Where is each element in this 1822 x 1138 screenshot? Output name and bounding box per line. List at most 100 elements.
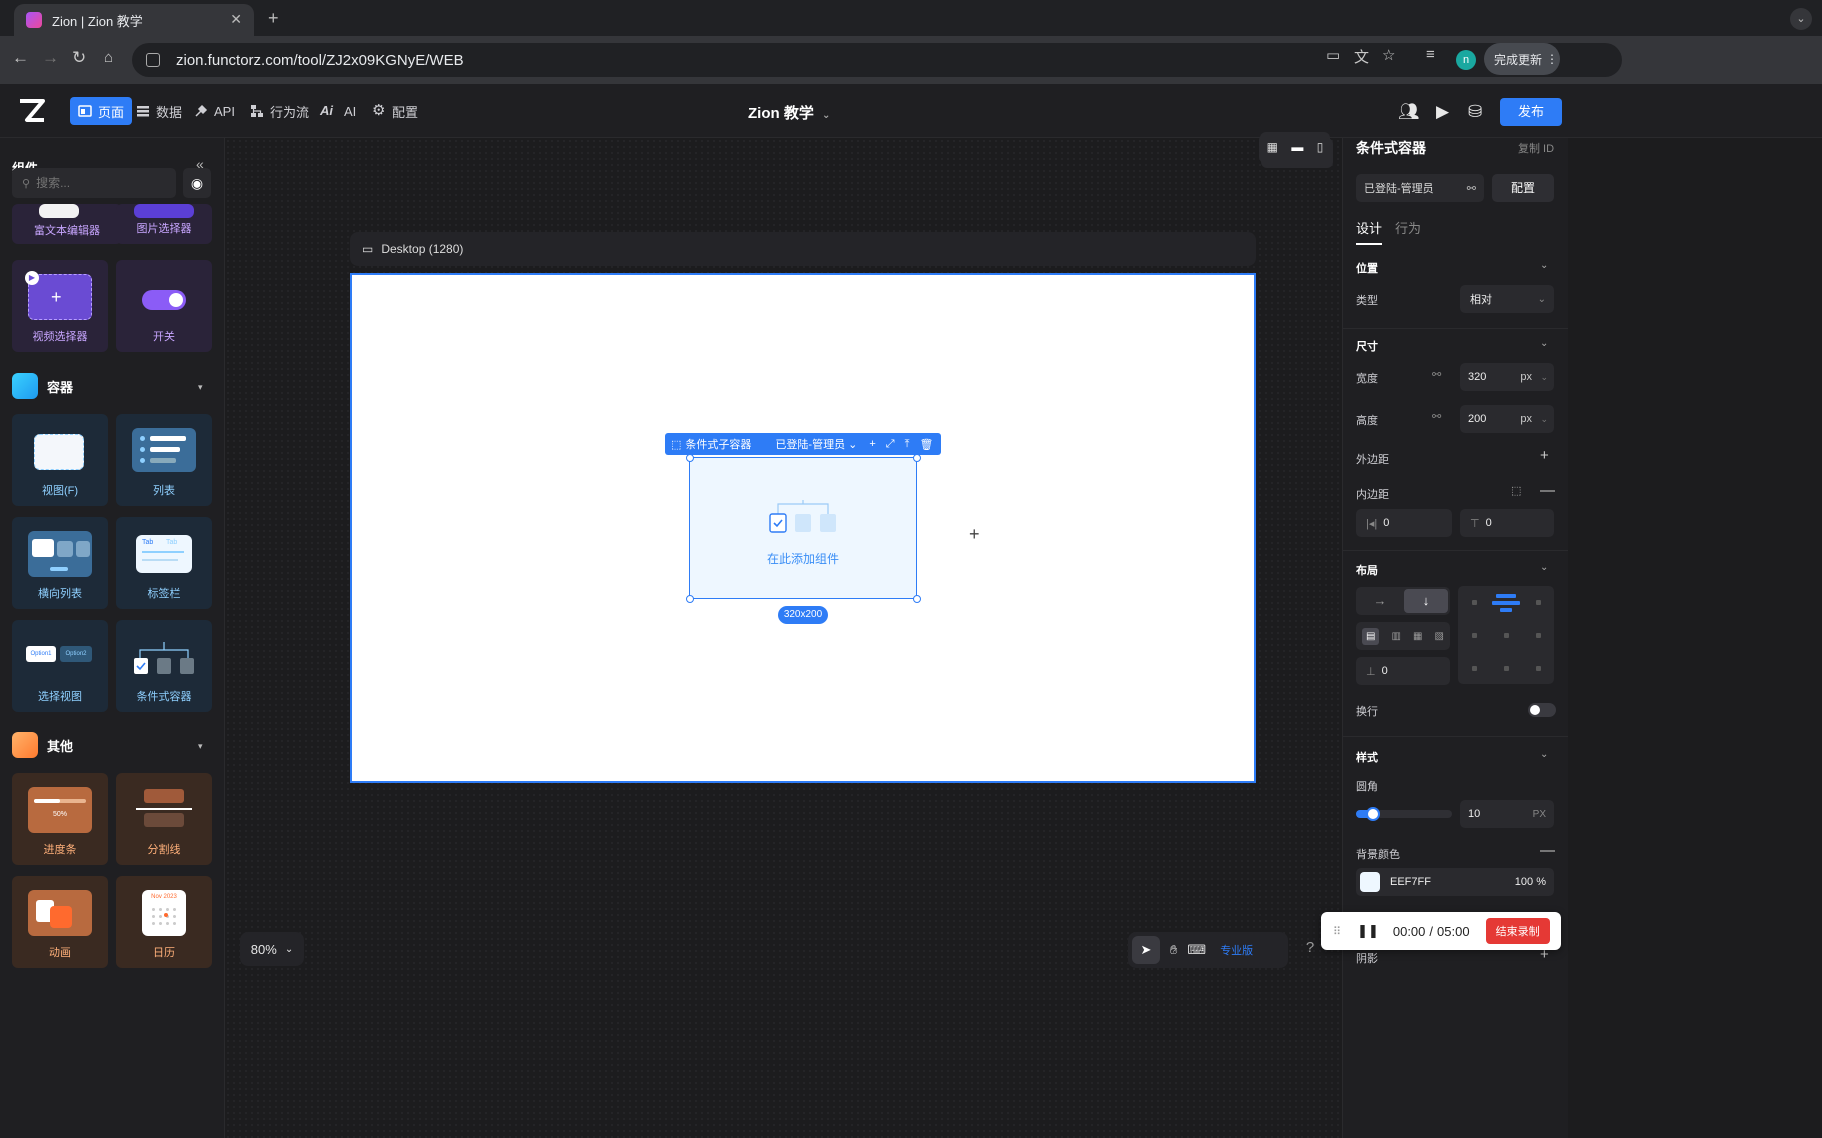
direction-column-icon[interactable]: ↓	[1404, 589, 1448, 613]
mobile-icon[interactable]: ▯	[1317, 140, 1324, 154]
padding-vertical-field[interactable]: ⊤ 0	[1460, 509, 1554, 537]
help-button[interactable]: ?	[1296, 934, 1324, 962]
publish-button[interactable]: 发布	[1500, 98, 1562, 126]
address-bar[interactable]: zion.functorz.com/tool/ZJ2x09KGNyE/WEB	[132, 43, 1622, 77]
section-caret-icon[interactable]: ▾	[198, 741, 203, 752]
tab-search-icon[interactable]: ⌄	[1790, 8, 1812, 30]
translate-icon[interactable]: 文	[1354, 46, 1369, 67]
clipboard-icon[interactable]: ▭	[1326, 46, 1340, 64]
component-card[interactable]: Tab Tab 标签栏	[116, 517, 212, 609]
nav-api[interactable]: API	[186, 97, 243, 125]
keyboard-icon[interactable]: ⌨	[1187, 942, 1206, 958]
site-info-icon[interactable]	[146, 53, 160, 67]
component-card[interactable]: 50% 进度条	[12, 773, 108, 865]
height-field[interactable]: 200 px ⌄	[1460, 405, 1554, 433]
pause-icon[interactable]: ❚❚	[1357, 923, 1379, 939]
section-layout[interactable]: 布局	[1356, 562, 1378, 578]
component-card[interactable]: 富文本编辑器	[12, 204, 122, 244]
tab-behavior[interactable]: 行为	[1395, 218, 1421, 237]
component-card[interactable]: 开关	[116, 260, 212, 352]
height-unit[interactable]: px	[1520, 413, 1532, 425]
nav-data[interactable]: 数据	[128, 97, 190, 125]
nav-pages[interactable]: 页面	[70, 97, 133, 125]
condition-select[interactable]: 已登陆-管理员 ⚯	[1356, 174, 1484, 202]
desktop-icon[interactable]: ▬	[1291, 140, 1303, 154]
trash-icon[interactable]: 🗑︎	[919, 438, 933, 451]
copy-id-button[interactable]: 复制 ID	[1518, 140, 1554, 156]
drag-handle-icon[interactable]: ⠿	[1333, 925, 1341, 938]
width-field[interactable]: 320 px ⌄	[1460, 363, 1554, 391]
align-stretch-icon[interactable]: ▧	[1435, 631, 1444, 642]
github-icon[interactable]: ◉	[183, 168, 211, 198]
collaborators-icon[interactable]: 👥︎	[1398, 102, 1420, 122]
chevron-down-icon[interactable]: ⌄	[1540, 562, 1548, 573]
direction-row-icon[interactable]: →	[1358, 589, 1402, 613]
radius-slider[interactable]	[1356, 807, 1452, 821]
back-icon[interactable]: ←	[12, 48, 29, 68]
component-card[interactable]: Option1 Option2 选择视图	[12, 620, 108, 712]
component-card[interactable]: 条件式容器	[116, 620, 212, 712]
close-tab-icon[interactable]: ✕	[230, 11, 242, 28]
move-top-icon[interactable]: ⤒	[905, 438, 910, 451]
preview-play-icon[interactable]: ▶	[1436, 102, 1449, 122]
cond-mode-dropdown[interactable]: 已登陆-管理员 ⌄	[775, 436, 857, 452]
search-input[interactable]	[36, 176, 187, 190]
radius-field[interactable]: 10 PX	[1460, 800, 1554, 828]
component-card[interactable]: Nov 2023 日历	[116, 876, 212, 968]
slider-thumb[interactable]	[1365, 807, 1380, 821]
section-style[interactable]: 样式	[1356, 749, 1378, 765]
gap-field[interactable]: ⊥ 0	[1356, 657, 1450, 685]
padding-link-icon[interactable]: ⬚	[1511, 484, 1521, 497]
hand-tool-icon[interactable]: ✋︎	[1170, 942, 1177, 958]
align-start-icon[interactable]: ▤	[1362, 627, 1380, 645]
expand-icon[interactable]: ⤢	[886, 438, 895, 451]
zion-logo-icon[interactable]	[18, 98, 46, 124]
height-variable-icon[interactable]: ⚯	[1432, 410, 1441, 423]
section-caret-icon[interactable]: ▾	[198, 382, 203, 393]
alignment-grid[interactable]	[1458, 586, 1554, 684]
resize-handle-br[interactable]	[913, 595, 921, 603]
project-title[interactable]: Zion 教学 ⌄	[748, 102, 830, 123]
remove-padding-icon[interactable]: —	[1540, 482, 1555, 499]
resize-handle-tl[interactable]	[686, 454, 694, 462]
chevron-down-icon[interactable]: ⌄	[1540, 338, 1548, 349]
database-sync-icon[interactable]: ⛁	[1468, 102, 1482, 122]
stop-recording-button[interactable]: 结束录制	[1485, 918, 1550, 944]
align-center-icon[interactable]: ▥	[1392, 631, 1401, 642]
align-end-icon[interactable]: ▦	[1413, 631, 1422, 642]
forward-icon[interactable]: →	[42, 48, 59, 68]
chevron-down-icon[interactable]: ⌄	[1540, 260, 1548, 271]
home-icon[interactable]: ⌂	[104, 49, 113, 66]
section-size[interactable]: 尺寸	[1356, 338, 1378, 354]
bookmark-star-icon[interactable]: ☆	[1382, 46, 1395, 64]
browser-tab[interactable]: Zion | Zion 教学 ✕	[14, 4, 254, 36]
component-card[interactable]: 列表	[116, 414, 212, 506]
chevron-down-icon[interactable]: ⌄	[1540, 749, 1548, 760]
resize-handle-tr[interactable]	[913, 454, 921, 462]
component-card[interactable]: 图片选择器	[116, 204, 212, 244]
component-card[interactable]: 动画	[12, 876, 108, 968]
section-position[interactable]: 位置	[1356, 260, 1378, 276]
section-other[interactable]: 其他	[12, 732, 73, 758]
search-box[interactable]: ⚲	[12, 168, 187, 198]
zoom-control[interactable]: 80% ⌄	[240, 932, 304, 966]
select-tool-icon[interactable]: ➤	[1132, 936, 1160, 964]
component-card[interactable]: 分割线	[116, 773, 212, 865]
width-variable-icon[interactable]: ⚯	[1432, 368, 1441, 381]
config-button[interactable]: 配置	[1492, 174, 1554, 202]
media-control-icon[interactable]: ≡	[1426, 46, 1435, 63]
nav-ai[interactable]: Ai AI	[312, 97, 364, 125]
remove-bg-icon[interactable]: —	[1540, 842, 1555, 859]
new-tab-icon[interactable]: +	[268, 8, 279, 29]
add-margin-icon[interactable]: +	[1540, 447, 1549, 464]
tab-design[interactable]: 设计	[1356, 218, 1383, 245]
padding-horizontal-field[interactable]: |◂| 0	[1356, 509, 1452, 537]
profile-avatar[interactable]: n	[1456, 50, 1476, 70]
conditional-sub-container[interactable]: 在此添加组件	[689, 457, 917, 599]
device-bar[interactable]: ▭ Desktop (1280)	[350, 232, 1256, 266]
pro-badge[interactable]: 专业版	[1220, 942, 1253, 958]
component-card[interactable]: 视图(F)	[12, 414, 108, 506]
type-select[interactable]: 相对 ⌄	[1460, 285, 1554, 313]
update-button[interactable]: 完成更新 ⋮	[1484, 43, 1560, 75]
width-unit[interactable]: px	[1520, 371, 1532, 383]
